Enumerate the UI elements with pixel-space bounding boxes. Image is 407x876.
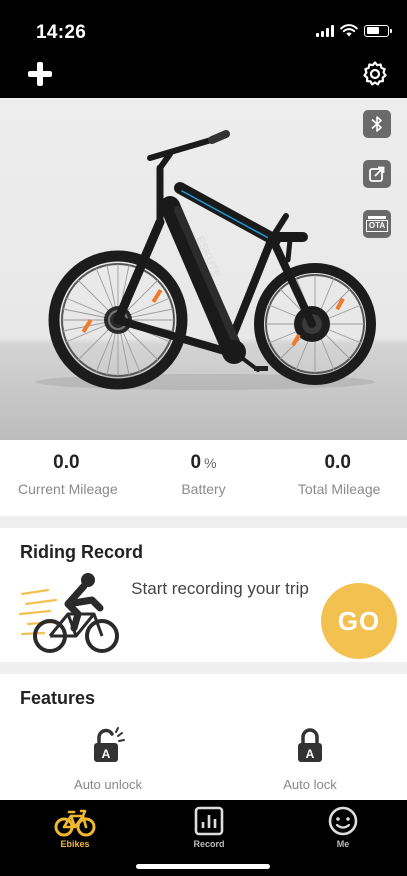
- top-bar: [0, 52, 407, 98]
- home-indicator[interactable]: [136, 864, 270, 869]
- ota-label: OTA: [365, 220, 389, 232]
- signal-icon: [316, 24, 334, 37]
- section-divider: [0, 516, 407, 528]
- auto-unlock-button[interactable]: A Auto unlock: [48, 726, 168, 792]
- tab-ebikes-label: Ebikes: [60, 839, 90, 849]
- riding-record-card: Riding Record Start recording your trip …: [0, 528, 407, 662]
- status-icons: [316, 24, 392, 37]
- bluetooth-icon: [371, 116, 382, 132]
- settings-gear-icon[interactable]: [361, 60, 389, 88]
- share-icon: [369, 166, 385, 182]
- stats-row: 0.0 Current Mileage 0% Battery 0.0 Total…: [0, 440, 407, 516]
- bicycle-icon: [54, 809, 96, 837]
- cyclist-icon: [18, 573, 119, 653]
- riding-record-message: Start recording your trip: [131, 579, 309, 598]
- wifi-icon: [340, 24, 358, 37]
- stat-value: 0.0: [53, 452, 80, 473]
- stat-label: Total Mileage: [297, 481, 381, 497]
- share-button[interactable]: [363, 160, 391, 188]
- bike-hero-image: ESKUTE OTA: [0, 98, 407, 440]
- svg-text:A: A: [102, 747, 111, 761]
- stat-value: 0.0: [324, 452, 351, 473]
- tab-ebikes[interactable]: Ebikes: [35, 806, 115, 849]
- tab-me-label: Me: [336, 839, 350, 849]
- stat-value: 0%: [190, 452, 217, 473]
- auto-unlock-label: Auto unlock: [74, 777, 142, 792]
- add-bike-button[interactable]: [28, 62, 52, 86]
- ota-update-button[interactable]: OTA: [363, 210, 391, 238]
- auto-lock-button[interactable]: A Auto lock: [250, 726, 370, 792]
- stat-label: Current Mileage: [18, 481, 118, 497]
- battery-icon: [364, 24, 392, 37]
- bike-frame: [113, 130, 316, 372]
- lock-icon: A: [298, 728, 322, 762]
- stat-current-mileage: 0.0 Current Mileage: [0, 440, 136, 516]
- features-card: Features A Auto unlock A Auto lock: [0, 674, 407, 800]
- svg-text:A: A: [306, 747, 315, 761]
- chart-icon: [194, 806, 224, 836]
- status-time: 14:26: [36, 22, 87, 43]
- tab-record[interactable]: Record: [169, 806, 249, 849]
- tab-record-label: Record: [193, 839, 225, 849]
- auto-lock-label: Auto lock: [283, 777, 337, 792]
- bluetooth-button[interactable]: [363, 110, 391, 138]
- stat-battery: 0% Battery: [136, 440, 272, 516]
- section-divider: [0, 662, 407, 674]
- riding-record-title: Riding Record: [20, 542, 144, 562]
- stat-label: Battery: [181, 481, 226, 497]
- features-title: Features: [20, 688, 96, 708]
- ota-bar-icon: [368, 216, 386, 219]
- go-button[interactable]: GO: [321, 583, 397, 659]
- stat-total-mileage: 0.0 Total Mileage: [271, 440, 407, 516]
- tab-me[interactable]: Me: [303, 806, 383, 849]
- bike-illustration: ESKUTE: [35, 130, 376, 390]
- smiley-icon: [328, 806, 358, 836]
- lock-open-icon: A: [94, 727, 125, 762]
- status-bar: 14:26: [0, 0, 407, 52]
